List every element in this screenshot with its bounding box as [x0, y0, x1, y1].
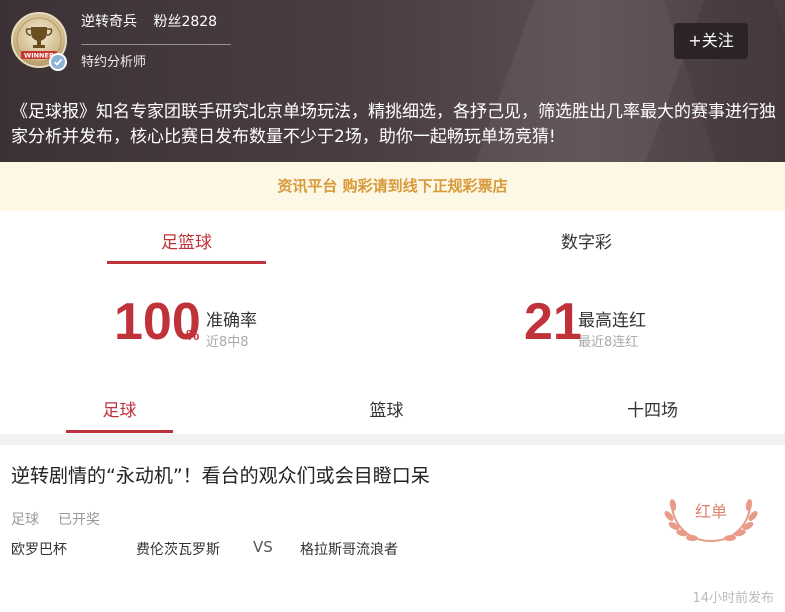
red-result-badge: 红单 [664, 486, 758, 546]
match-league: 欧罗巴杯 [11, 542, 67, 558]
match-away-team: 格拉斯哥流浪者 [300, 542, 398, 558]
profile-header: WINNER 逆转奇兵 粉丝2828 特约分析师 +关注 《足球报》知名专家团联… [0, 0, 785, 162]
sport-tab-active-indicator [66, 430, 173, 433]
tab-football[interactable]: 足球 [66, 396, 173, 421]
verified-check-icon [53, 58, 63, 66]
tab-basketball[interactable]: 篮球 [333, 396, 440, 421]
user-role: 特约分析师 [81, 55, 147, 70]
notice-bar: 资讯平台 购彩请到线下正规彩票店 [0, 162, 785, 211]
red-badge-label: 红单 [694, 502, 727, 521]
accuracy-unit: % [186, 327, 200, 344]
streak-label: 最高连红 [578, 311, 646, 331]
match-home-team: 费伦茨瓦罗斯 [136, 542, 220, 558]
name-divider [81, 44, 231, 45]
publish-time: 14小时前发布 [692, 591, 774, 606]
fans-count: 粉丝2828 [153, 14, 218, 30]
article-title[interactable]: 逆转剧情的“永动机”！看台的观众们或会目瞪口呆 [11, 461, 430, 488]
accuracy-label: 准确率 [206, 311, 257, 331]
streak-value: 21 [524, 293, 582, 351]
verified-badge [49, 53, 67, 71]
streak-sub: 最近8连红 [578, 335, 639, 350]
match-vs: VS [253, 538, 273, 556]
tab-active-indicator [107, 261, 266, 264]
follow-button[interactable]: +关注 [674, 23, 748, 59]
username: 逆转奇兵 [81, 14, 137, 30]
section-divider [0, 434, 785, 445]
article-status: 已开奖 [58, 512, 100, 528]
tab-lottery-numbers[interactable]: 数字彩 [507, 228, 666, 253]
article-category: 足球 [11, 512, 39, 528]
accuracy-sub: 近8中8 [206, 335, 249, 350]
tab-football-basketball[interactable]: 足篮球 [107, 228, 266, 253]
profile-description: 《足球报》知名专家团联手研究北京单场玩法，精挑细选，各抒己见，筛选胜出几率最大的… [11, 102, 776, 147]
name-row: 逆转奇兵 粉丝2828 [81, 11, 217, 31]
tab-14-matches[interactable]: 十四场 [599, 396, 706, 421]
